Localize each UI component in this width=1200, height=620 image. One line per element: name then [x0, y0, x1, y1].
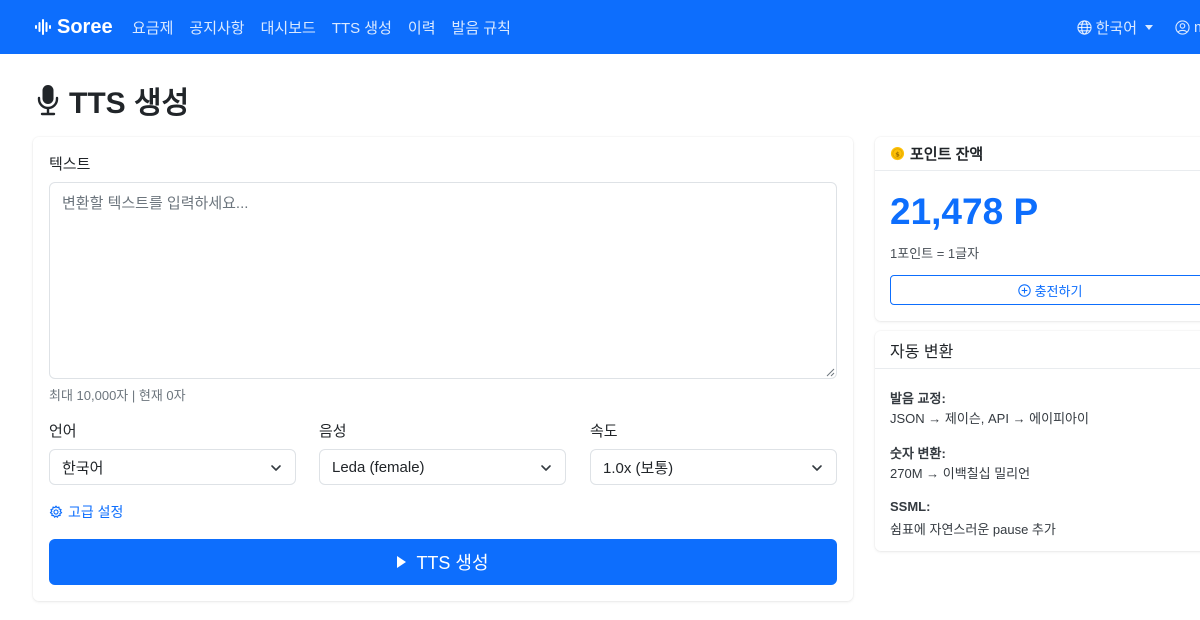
speed-select-value: 1.0x (보통) — [603, 459, 674, 477]
points-card: $ 포인트 잔액 21,478 P 1포인트 = 1글자 충전하기 — [875, 137, 1200, 321]
voice-select[interactable]: Leda (female) — [319, 449, 566, 485]
microphone-icon — [37, 85, 59, 116]
tts-generate-button[interactable]: TTS 생성 — [49, 539, 837, 585]
voice-select-label: 음성 — [319, 423, 347, 440]
points-card-header: $ 포인트 잔액 — [875, 137, 1200, 171]
char-count: 최대 10,000자 | 현재 0자 — [49, 388, 186, 403]
charge-button-label: 충전하기 — [1034, 283, 1083, 299]
voice-select-value: Leda (female) — [332, 458, 425, 476]
auto-convert-card: 자동 변환 발음 교정: JSON → 제이슨, API → 에이피아이 숫자 … — [875, 331, 1200, 551]
brand-logo[interactable]: Soree — [35, 14, 113, 40]
resize-handle-icon[interactable] — [825, 367, 835, 377]
play-icon — [397, 556, 407, 568]
points-header-label: 포인트 잔액 — [910, 146, 984, 163]
chevron-down-icon — [541, 465, 551, 471]
coin-icon: $ — [890, 146, 905, 161]
navbar: Soree 요금제 공지사항 대시보드 TTS 생성 이력 발음 규칙 한국어 — [0, 0, 1200, 54]
advanced-settings-label: 고급 설정 — [68, 504, 124, 520]
plus-circle-icon — [1017, 283, 1031, 297]
language-select[interactable]: 한국어 — [49, 449, 296, 485]
rule-title: 숫자 변환: — [890, 446, 946, 461]
points-rate: 1포인트 = 1글자 — [890, 246, 980, 261]
speed-select-label: 속도 — [590, 423, 618, 440]
nav-right: 한국어 m — [1076, 0, 1200, 54]
sound-wave-icon — [35, 19, 51, 35]
chevron-down-icon — [271, 465, 281, 471]
nav-links: 요금제 공지사항 대시보드 TTS 생성 이력 발음 규칙 — [132, 0, 527, 54]
nav-link-tts[interactable]: TTS 생성 — [332, 17, 392, 38]
points-balance: 21,478 P — [890, 191, 1039, 232]
tts-form-card: 텍스트 최대 10,000자 | 현재 0자 언어 한국어 음성 Leda (f… — [33, 137, 853, 601]
language-select-label: 언어 — [49, 423, 77, 440]
tts-generate-label: TTS 생성 — [416, 553, 489, 573]
user-circle-icon — [1175, 19, 1190, 35]
gear-icon — [49, 505, 63, 518]
page-title: TTS 생성 — [37, 78, 189, 122]
charge-button[interactable]: 충전하기 — [890, 275, 1200, 305]
nav-link-history[interactable]: 이력 — [408, 17, 436, 38]
brand-name: Soree — [57, 15, 113, 38]
rule-body: JSON → 제이슨, API → 에이피아이 — [890, 411, 1089, 426]
chevron-down-icon — [812, 465, 822, 471]
language-label: 한국어 — [1095, 19, 1137, 37]
nav-link-pronunciation[interactable]: 발음 규칙 — [452, 17, 511, 38]
nav-link-pricing[interactable]: 요금제 — [132, 17, 173, 38]
page-title-text: TTS 생성 — [69, 87, 190, 120]
user-initial: m — [1194, 19, 1200, 36]
globe-icon — [1076, 19, 1092, 35]
rule-title: 발음 교정: — [890, 391, 946, 406]
svg-text:$: $ — [895, 150, 900, 158]
nav-link-notices[interactable]: 공지사항 — [189, 17, 244, 38]
rule-body: 270M → 이백칠십 밀리언 — [890, 466, 1031, 481]
text-input[interactable] — [49, 182, 837, 379]
rule-title: SSML: — [890, 499, 931, 514]
text-label: 텍스트 — [49, 156, 91, 173]
rule-body: 쉼표에 자연스러운 pause 추가 — [890, 522, 1056, 537]
language-dropdown[interactable]: 한국어 — [1076, 17, 1153, 38]
language-select-value: 한국어 — [62, 459, 104, 477]
nav-link-dashboard[interactable]: 대시보드 — [261, 17, 316, 38]
auto-convert-header: 자동 변환 — [875, 331, 1200, 369]
user-menu[interactable]: m — [1175, 19, 1200, 36]
advanced-settings-link[interactable]: 고급 설정 — [49, 502, 123, 522]
caret-down-icon — [1145, 24, 1153, 30]
speed-select[interactable]: 1.0x (보통) — [590, 449, 837, 485]
